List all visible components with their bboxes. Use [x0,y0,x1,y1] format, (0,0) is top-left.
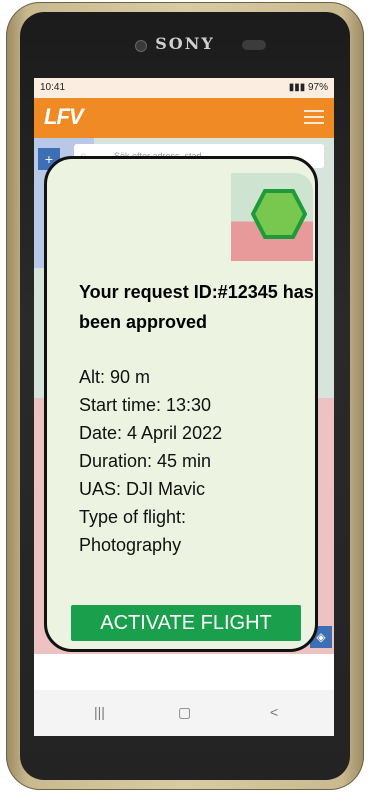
recent-apps-button[interactable]: ||| [94,704,105,720]
flight-area-thumbnail [231,173,313,261]
flight-type-value: Photography [79,535,182,555]
status-time: 10:41 [40,82,66,93]
battery-indicator: ▮▮▮ 97% [289,82,328,93]
device-brand: SONY [155,34,215,53]
approval-popup: Your request ID:#12345 has been approved… [44,156,318,652]
hexagon-area-icon [251,189,307,239]
menu-icon[interactable] [304,110,324,126]
signal-icon: ▮▮▮ [288,82,308,93]
start-time-text: Start time: 13:30 [79,395,212,415]
uas-text: UAS: DJI Mavic [79,479,206,499]
duration-text: Duration: 45 min [79,451,212,471]
back-button[interactable]: < [270,704,278,720]
altitude-text: Alt: 90 m [79,367,151,387]
android-nav-bar: ||| ▢ < [34,690,334,736]
date-text: Date: 4 April 2022 [79,423,223,443]
app-logo: LFV [44,104,84,129]
activate-flight-button[interactable]: ACTIVATE FLIGHT [71,605,301,641]
phone-screen: 10:41 ▮▮▮ 97% LFV + ⌕ Sök efter adress, … [34,78,334,736]
home-button[interactable]: ▢ [178,704,191,721]
app-header: LFV [34,98,334,138]
flight-type-label: Type of flight: [79,507,187,527]
bottom-area [34,654,334,690]
proximity-sensor [242,40,266,50]
request-approved-title: Your request ID:#12345 has been approved [79,282,314,332]
status-bar: 10:41 ▮▮▮ 97% [34,78,334,98]
battery-level: 97% [307,82,328,93]
